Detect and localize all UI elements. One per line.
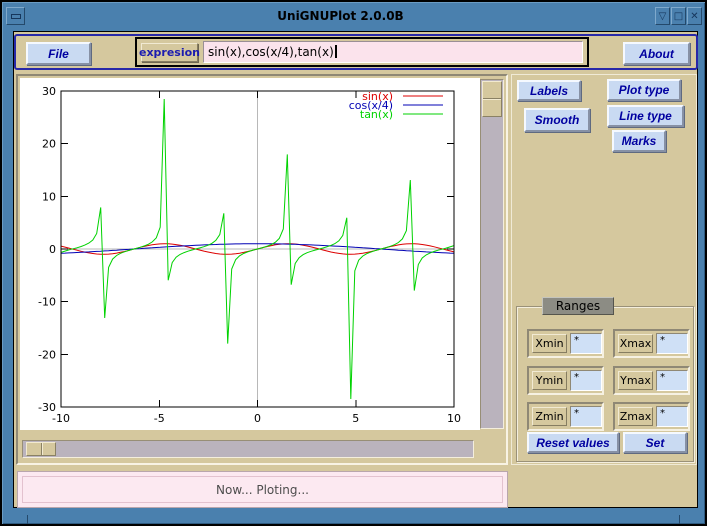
svg-text:20: 20 [42, 138, 56, 151]
expression-input[interactable]: sin(x),cos(x/4),tan(x) [203, 41, 583, 63]
ymin-label-button[interactable]: Ymin [532, 371, 567, 390]
shade-icon: ▽ [659, 11, 667, 22]
title-bar[interactable]: UniGNUPlot 2.0.0B ▽ □ ✕ [4, 4, 703, 30]
xmax-input[interactable]: * [656, 333, 688, 354]
svg-text:-20: -20 [38, 348, 56, 361]
maximize-button[interactable]: □ [671, 7, 686, 25]
line-type-button[interactable]: Line type [607, 105, 684, 127]
function-plot-svg: -10-50510-30-20-100102030sin(x)cos(x/4)t… [20, 78, 480, 430]
expression-text: sin(x),cos(x/4),tan(x) [208, 45, 334, 59]
frame-resize-notch [27, 515, 28, 524]
expression-label-button[interactable]: expresion [141, 43, 198, 62]
window-content: File expresion sin(x),cos(x/4),tan(x) Ab… [13, 31, 698, 508]
svg-text:-30: -30 [38, 401, 56, 414]
svg-text:-10: -10 [38, 296, 56, 309]
marks-button[interactable]: Marks [612, 130, 666, 152]
svg-text:10: 10 [447, 412, 461, 425]
svg-text:10: 10 [42, 190, 56, 203]
plot-canvas: -10-50510-30-20-100102030sin(x)cos(x/4)t… [20, 78, 480, 430]
file-button[interactable]: File [26, 42, 91, 65]
shade-button[interactable]: ▽ [655, 7, 670, 25]
plot-type-button[interactable]: Plot type [607, 79, 681, 101]
ymax-label-button[interactable]: Ymax [618, 371, 653, 390]
vertical-scrollbar[interactable] [480, 79, 504, 429]
zmin-input[interactable]: * [570, 406, 602, 427]
set-button[interactable]: Set [623, 432, 687, 453]
app-window: UniGNUPlot 2.0.0B ▽ □ ✕ File expresion s… [0, 0, 707, 526]
window-controls: ▽ □ ✕ [654, 7, 702, 25]
control-panel: Labels Plot type Smooth Line type Marks … [511, 74, 697, 465]
expression-group: expresion sin(x),cos(x/4),tan(x) [135, 37, 589, 67]
toolbar: File expresion sin(x),cos(x/4),tan(x) Ab… [14, 34, 698, 70]
ymin-input[interactable]: * [570, 370, 602, 391]
range-field-xmax: Xmax * [613, 329, 690, 358]
scrollbar-thumb-divider [41, 443, 43, 455]
vertical-scrollbar-thumb[interactable] [482, 81, 502, 117]
horizontal-scrollbar[interactable] [22, 440, 474, 458]
ymax-input[interactable]: * [656, 370, 688, 391]
range-field-zmin: Zmin * [527, 402, 604, 431]
window-title: UniGNUPlot 2.0.0B [34, 4, 647, 28]
plot-panel: -10-50510-30-20-100102030sin(x)cos(x/4)t… [16, 74, 508, 465]
svg-text:tan(x): tan(x) [360, 108, 393, 121]
status-message-box: Now... Ploting... [22, 476, 503, 503]
horizontal-scrollbar-thumb[interactable] [26, 442, 56, 456]
scrollbar-thumb-divider [483, 98, 501, 100]
svg-text:-5: -5 [154, 412, 165, 425]
xmin-label-button[interactable]: Xmin [532, 334, 567, 353]
text-cursor [335, 45, 337, 58]
xmax-label-button[interactable]: Xmax [618, 334, 653, 353]
svg-text:5: 5 [352, 412, 359, 425]
ranges-title: Ranges [542, 297, 614, 315]
frame-resize-notch [679, 515, 680, 524]
reset-values-button[interactable]: Reset values [527, 432, 619, 453]
range-field-ymax: Ymax * [613, 366, 690, 395]
window-menu-button[interactable] [6, 7, 25, 25]
svg-text:0: 0 [49, 243, 56, 256]
range-field-zmax: Zmax * [613, 402, 690, 431]
smooth-button[interactable]: Smooth [524, 108, 590, 132]
status-bar: Now... Ploting... [17, 471, 508, 508]
labels-button[interactable]: Labels [517, 80, 581, 101]
svg-text:30: 30 [42, 85, 56, 98]
window-menu-dash-icon [11, 14, 21, 19]
about-button[interactable]: About [623, 42, 690, 65]
close-button[interactable]: ✕ [687, 7, 702, 25]
svg-text:0: 0 [254, 412, 261, 425]
maximize-icon: □ [674, 11, 683, 22]
zmin-label-button[interactable]: Zmin [532, 407, 567, 426]
range-field-ymin: Ymin * [527, 366, 604, 395]
close-icon: ✕ [690, 11, 698, 22]
xmin-input[interactable]: * [570, 333, 602, 354]
range-field-xmin: Xmin * [527, 329, 604, 358]
zmax-input[interactable]: * [656, 406, 688, 427]
status-text: Now... Ploting... [216, 483, 309, 497]
zmax-label-button[interactable]: Zmax [618, 407, 653, 426]
